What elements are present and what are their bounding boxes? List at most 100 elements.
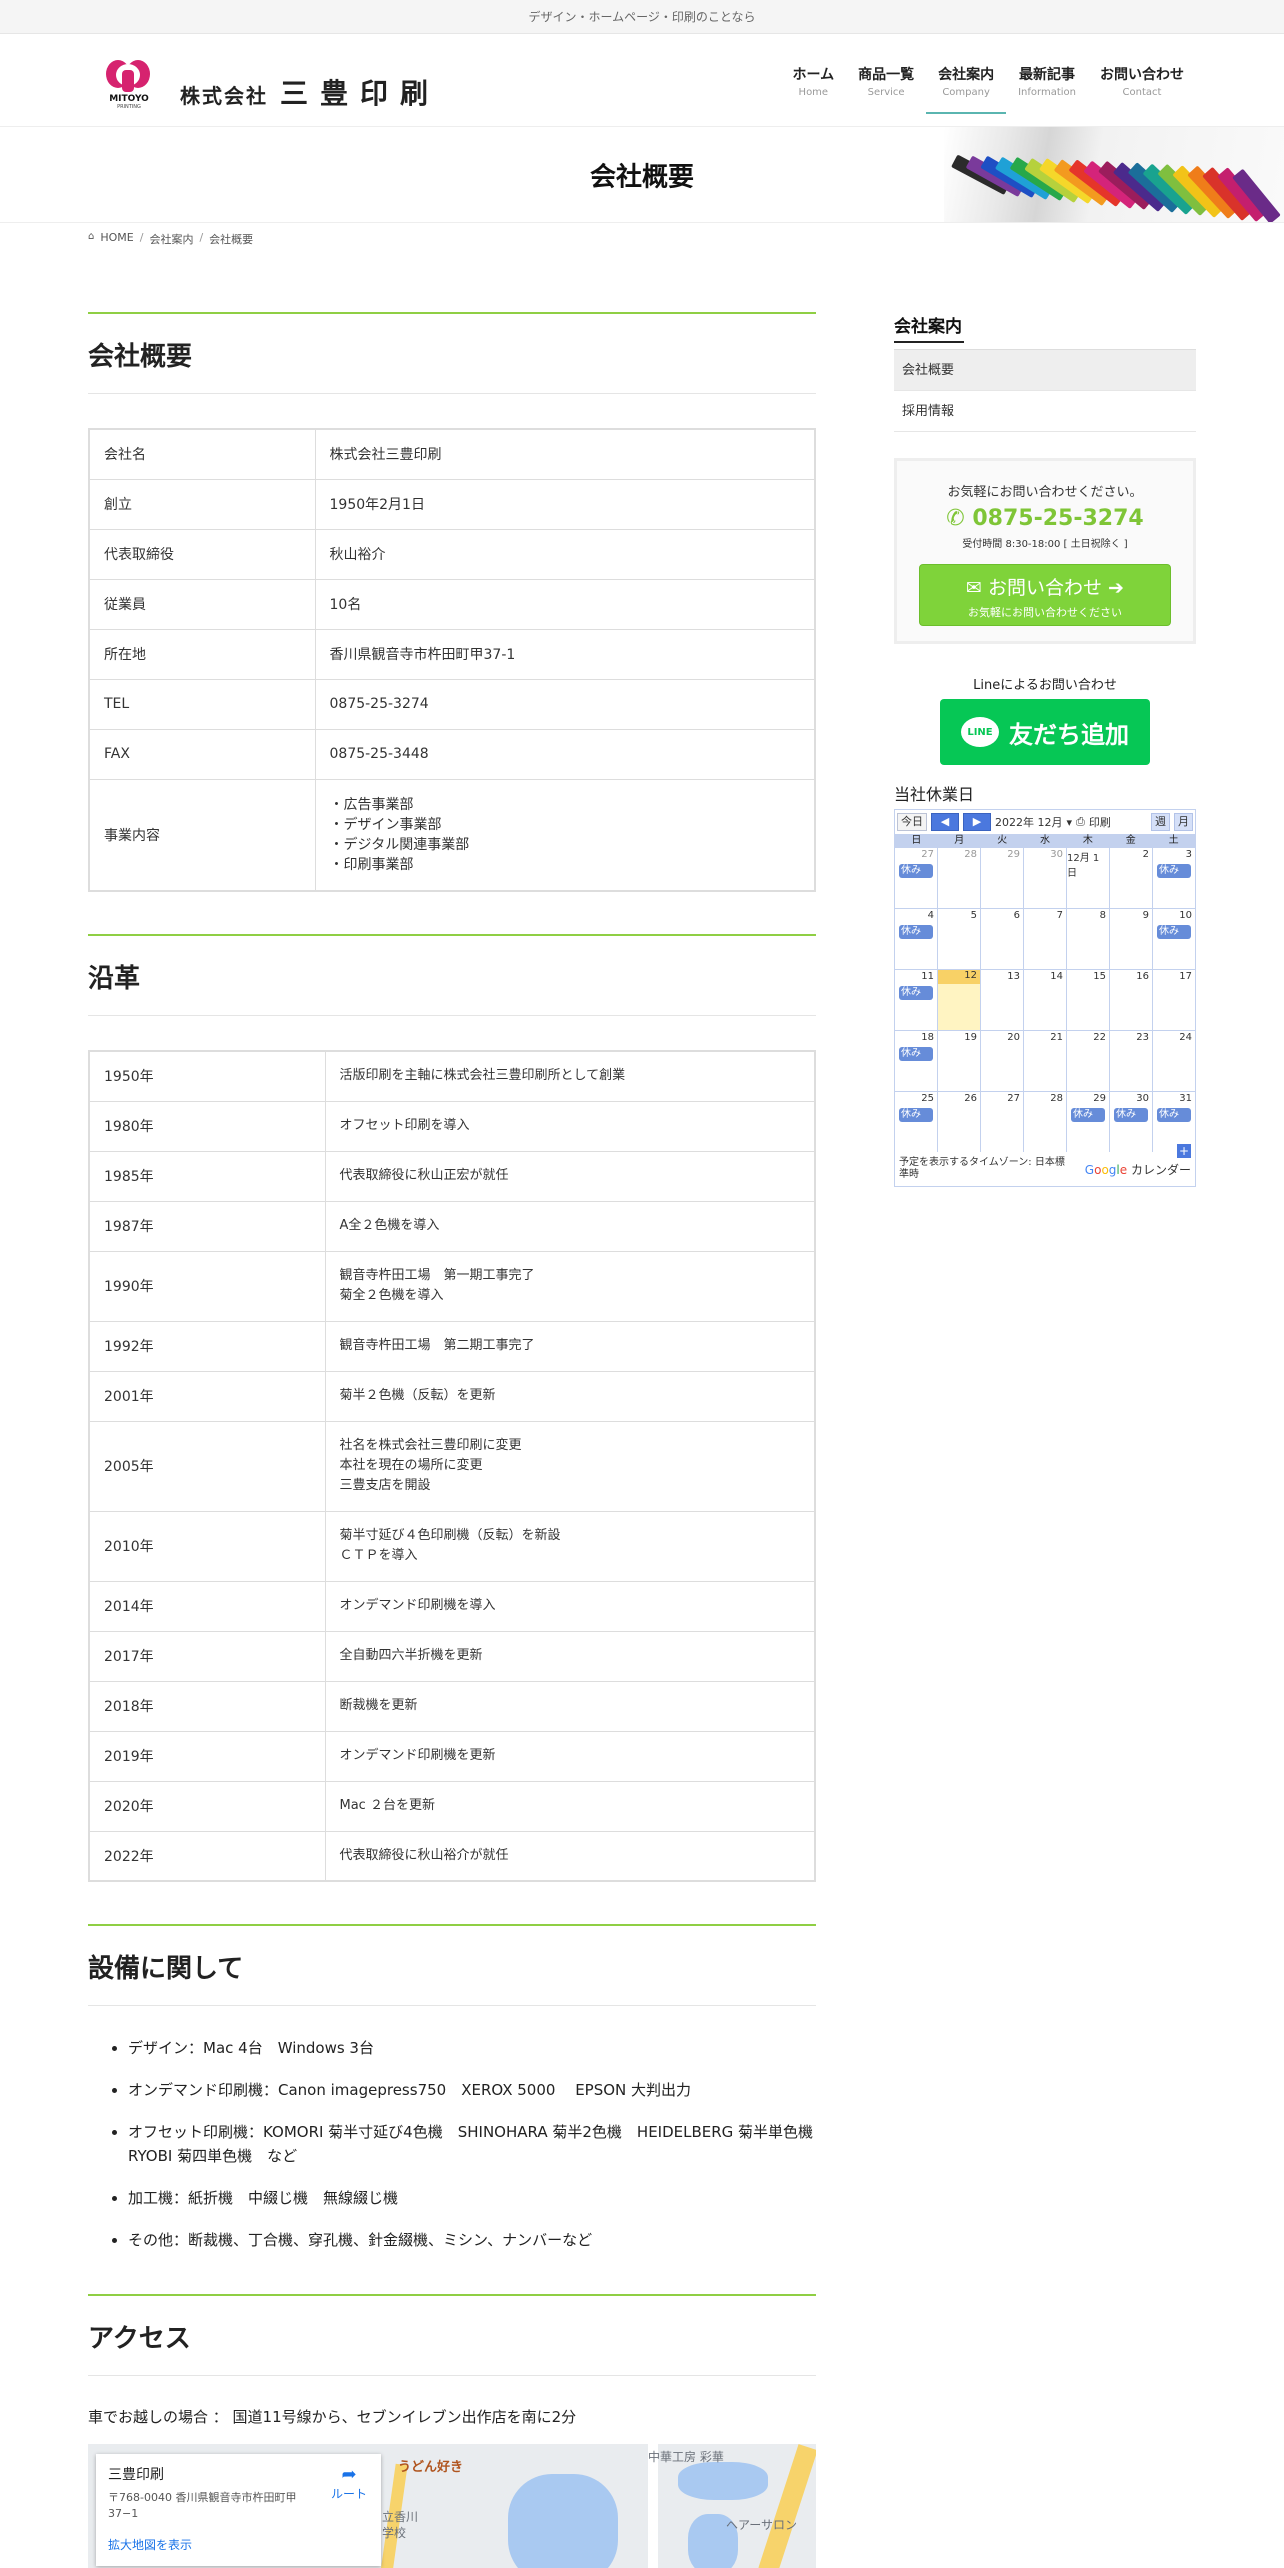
business-division: ・デザイン事業部 bbox=[329, 816, 442, 833]
calendar-day-cell[interactable]: 27 休み bbox=[895, 848, 937, 908]
calendar-day-cell[interactable]: 13 bbox=[981, 970, 1023, 1030]
equipment-item: オンデマンド印刷機：Canon imagepress750 XEROX 5000… bbox=[128, 2078, 816, 2102]
calendar-day-cell[interactable]: 29 休み bbox=[1067, 1092, 1109, 1152]
history-year: 1985年 bbox=[88, 1150, 326, 1202]
calendar-day-cell[interactable]: 8 bbox=[1067, 909, 1109, 969]
calendar-day-cell[interactable]: 30 bbox=[1024, 848, 1066, 908]
printer-icon[interactable]: ⎙ bbox=[1076, 815, 1085, 829]
google-calendar-label: カレンダー bbox=[1130, 1162, 1191, 1177]
sidebar-item-recruit[interactable]: 採用情報 bbox=[894, 391, 1196, 432]
history-event-line: 観音寺杵田工場 第一期工事完了 bbox=[339, 1268, 535, 1283]
calendar-month-view[interactable]: 月 bbox=[1174, 813, 1193, 831]
calendar-day-cell[interactable]: 14 bbox=[1024, 970, 1066, 1030]
calendar-day-cell[interactable]: 19 bbox=[938, 1031, 980, 1091]
calendar-day-cell[interactable]: 2 bbox=[1110, 848, 1152, 908]
nav-item-sublabel: Company bbox=[942, 87, 990, 98]
calendar-day-cell[interactable]: 4 休み bbox=[895, 909, 937, 969]
calendar-event[interactable]: 休み bbox=[899, 925, 933, 939]
history-event: オンデマンド印刷機を導入 bbox=[324, 1580, 816, 1632]
history-row: 2017年 全自動四六半折機を更新 bbox=[88, 1630, 816, 1682]
company-name[interactable]: 株式会社 三豊印刷 bbox=[180, 72, 440, 112]
history-event: 代表取締役に秋山正宏が就任 bbox=[324, 1150, 816, 1202]
calendar-day-cell[interactable]: 26 bbox=[938, 1092, 980, 1152]
breadcrumb: ⌂ HOME / 会社案内 / 会社概要 bbox=[0, 223, 1284, 283]
calendar-day-cell[interactable]: 17 bbox=[1153, 970, 1195, 1030]
calendar-event[interactable]: 休み bbox=[1114, 1108, 1148, 1122]
calendar-day-cell[interactable]: 18 休み bbox=[895, 1031, 937, 1091]
calendar-event[interactable]: 休み bbox=[1157, 1108, 1191, 1122]
calendar-day-cell[interactable]: 15 bbox=[1067, 970, 1109, 1030]
breadcrumb-parent[interactable]: 会社案内 bbox=[149, 231, 193, 283]
contact-tel[interactable]: ✆ 0875-25-3274 bbox=[919, 506, 1171, 531]
calendar-day-cell[interactable]: 9 bbox=[1110, 909, 1152, 969]
calendar-day-cell[interactable]: 24 bbox=[1153, 1031, 1195, 1091]
history-row: 1992年 観音寺杵田工場 第二期工事完了 bbox=[88, 1320, 816, 1372]
overview-value: 0875-25-3274 bbox=[314, 678, 816, 730]
calendar-day-cell[interactable]: 10 休み bbox=[1153, 909, 1195, 969]
nav-item[interactable]: 商品一覧 Service bbox=[846, 34, 926, 126]
calendar-event[interactable]: 休み bbox=[899, 864, 933, 878]
calendar-day-cell[interactable]: 16 bbox=[1110, 970, 1152, 1030]
calendar-title: 当社休業日 bbox=[894, 785, 975, 804]
nav-item[interactable]: 最新記事 Information bbox=[1006, 34, 1088, 126]
history-year: 2014年 bbox=[88, 1580, 326, 1632]
nav-item[interactable]: ホーム Home bbox=[781, 34, 847, 126]
calendar-day-cell[interactable]: 31 休み bbox=[1153, 1092, 1195, 1152]
calendar-day-cell[interactable]: 11 休み bbox=[895, 970, 937, 1030]
google-map[interactable]: うどん好き 中華工房 彩華 ヘアーサロン 立香川 学校 三豊印刷 〒768-00… bbox=[88, 2444, 816, 2568]
calendar-event[interactable]: 休み bbox=[1157, 864, 1191, 878]
calendar-next-button[interactable]: ▶ bbox=[963, 813, 991, 831]
history-year: 2010年 bbox=[88, 1510, 326, 1582]
calendar-today-button[interactable]: 今日 bbox=[897, 813, 927, 831]
overview-key: 創立 bbox=[88, 478, 316, 530]
history-row: 2005年 社名を株式会社三豊印刷に変更 本社を現在の場所に変更 三豊支店を開設 bbox=[88, 1420, 816, 1512]
history-year: 2017年 bbox=[88, 1630, 326, 1682]
map-route-button[interactable]: ➦ ルート bbox=[331, 2464, 367, 2502]
calendar-day-cell[interactable]: 22 bbox=[1067, 1031, 1109, 1091]
logo[interactable]: MITOYO PRINTING bbox=[106, 60, 152, 110]
calendar-week-view[interactable]: 週 bbox=[1151, 813, 1170, 831]
history-row: 2018年 断裁機を更新 bbox=[88, 1680, 816, 1732]
calendar-day-cell[interactable]: 28 bbox=[1024, 1092, 1066, 1152]
calendar-event[interactable]: 休み bbox=[899, 1108, 933, 1122]
calendar-day-cell[interactable]: 30 休み bbox=[1110, 1092, 1152, 1152]
google-calendar-link[interactable]: Google カレンダー bbox=[1085, 1161, 1191, 1178]
calendar-day-cell[interactable]: 27 bbox=[981, 1092, 1023, 1152]
nav-item[interactable]: 会社案内 Company bbox=[926, 34, 1007, 126]
calendar-day-cell[interactable]: 12月 1日 bbox=[1067, 848, 1109, 908]
calendar-day-number: 5 bbox=[970, 910, 977, 921]
calendar-print[interactable]: 印刷 bbox=[1089, 814, 1111, 830]
calendar-day-cell[interactable]: 7 bbox=[1024, 909, 1066, 969]
calendar-prev-button[interactable]: ◀ bbox=[931, 813, 959, 831]
chevron-down-icon[interactable]: ▾ bbox=[1067, 816, 1073, 829]
calendar-day-number: 2 bbox=[1142, 849, 1149, 860]
sidebar-item-overview[interactable]: 会社概要 bbox=[894, 350, 1196, 391]
map-info-card: 三豊印刷 〒768-0040 香川県観音寺市杵田町甲37−1 拡大地図を表示 ➦… bbox=[96, 2454, 381, 2566]
calendar-day-cell[interactable]: 12 bbox=[938, 970, 980, 1030]
calendar-day-cell[interactable]: 3 休み bbox=[1153, 848, 1195, 908]
map-enlarge-link[interactable]: 拡大地図を表示 bbox=[108, 2536, 369, 2553]
calendar-event[interactable]: 休み bbox=[1071, 1108, 1105, 1122]
calendar-month-label[interactable]: 2022年 12月 bbox=[995, 814, 1063, 830]
calendar-day-number: 7 bbox=[1056, 910, 1063, 921]
calendar-day-cell[interactable]: 25 休み bbox=[895, 1092, 937, 1152]
calendar-day-number: 3 bbox=[1185, 849, 1192, 860]
calendar-day-cell[interactable]: 5 bbox=[938, 909, 980, 969]
add-calendar-icon[interactable]: + bbox=[1177, 1144, 1191, 1158]
contact-question: お気軽にお問い合わせください。 bbox=[947, 485, 1143, 500]
calendar-day-cell[interactable]: 6 bbox=[981, 909, 1023, 969]
history-event: オンデマンド印刷機を更新 bbox=[324, 1730, 816, 1782]
nav-item[interactable]: お問い合わせ Contact bbox=[1088, 34, 1196, 126]
calendar-event[interactable]: 休み bbox=[899, 986, 933, 1000]
calendar-weekday: 水 bbox=[1039, 835, 1050, 846]
calendar-day-cell[interactable]: 20 bbox=[981, 1031, 1023, 1091]
line-add-friend-button[interactable]: LINE 友だち追加 bbox=[940, 699, 1150, 765]
calendar-day-cell[interactable]: 23 bbox=[1110, 1031, 1152, 1091]
breadcrumb-home[interactable]: HOME bbox=[100, 231, 133, 283]
calendar-day-cell[interactable]: 21 bbox=[1024, 1031, 1066, 1091]
calendar-event[interactable]: 休み bbox=[899, 1047, 933, 1061]
contact-button[interactable]: ✉ お問い合わせ ➔ お気軽にお問い合わせください bbox=[919, 564, 1171, 626]
calendar-day-cell[interactable]: 29 bbox=[981, 848, 1023, 908]
calendar-event[interactable]: 休み bbox=[1157, 925, 1191, 939]
calendar-day-cell[interactable]: 28 bbox=[938, 848, 980, 908]
